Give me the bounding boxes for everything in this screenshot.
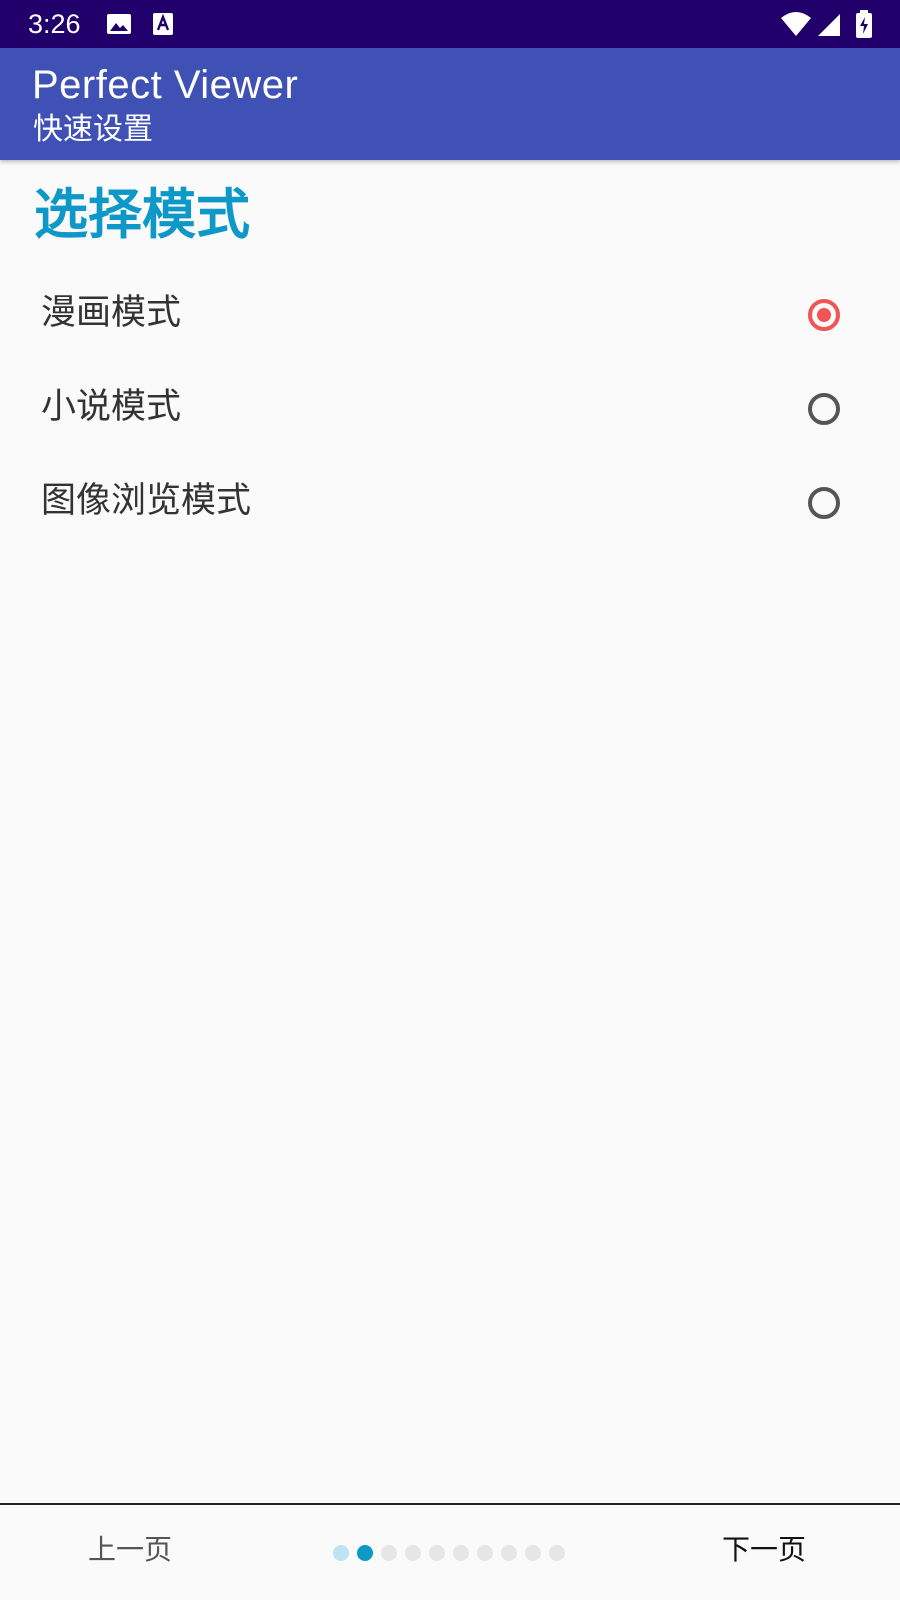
previous-page-button[interactable]: 上一页 — [88, 1532, 172, 1568]
page-dot — [453, 1545, 469, 1561]
page-indicator — [333, 1545, 565, 1561]
page-dot — [381, 1545, 397, 1561]
signal-icon — [818, 14, 840, 36]
option-label: 小说模式 — [41, 387, 182, 427]
status-time: 3:26 — [28, 9, 81, 39]
bottom-navigation: 上一页 下一页 — [0, 1505, 900, 1600]
mode-option-comic[interactable]: 漫画模式 — [0, 282, 900, 376]
status-bar: 3:26 — [0, 0, 900, 48]
mode-option-image-browse[interactable]: 图像浏览模式 — [0, 470, 900, 564]
page-dot — [405, 1545, 421, 1561]
option-label: 漫画模式 — [41, 293, 182, 333]
radio-button[interactable] — [808, 393, 840, 425]
page-dot — [501, 1545, 517, 1561]
page-dot-current — [357, 1545, 373, 1561]
page-dot — [525, 1545, 541, 1561]
radio-button-selected[interactable] — [808, 299, 840, 331]
app-title: Perfect Viewer — [32, 63, 299, 107]
page-dot — [549, 1545, 565, 1561]
section-heading: 选择模式 — [34, 183, 250, 246]
app-subtitle: 快速设置 — [33, 112, 153, 147]
next-page-button[interactable]: 下一页 — [722, 1532, 806, 1568]
a-notification-icon — [153, 13, 173, 35]
mode-option-novel[interactable]: 小说模式 — [0, 376, 900, 470]
option-label: 图像浏览模式 — [41, 481, 252, 521]
radio-button[interactable] — [808, 487, 840, 519]
app-bar: Perfect Viewer 快速设置 — [0, 48, 900, 160]
image-icon — [107, 14, 131, 34]
wifi-icon — [781, 12, 811, 36]
page-dot — [477, 1545, 493, 1561]
battery-charging-icon — [856, 10, 872, 38]
page-dot — [333, 1545, 349, 1561]
page-dot — [429, 1545, 445, 1561]
